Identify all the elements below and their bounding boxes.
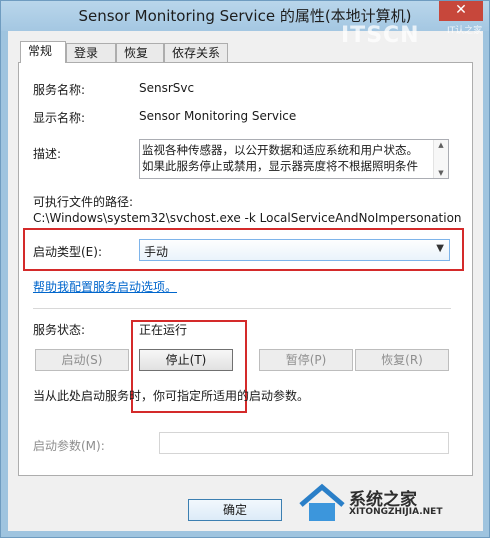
display-name-label: 显示名称: [33,111,86,125]
scroll-down-icon[interactable]: ▼ [434,169,448,177]
house-logo-icon [299,483,345,521]
top-watermark-subtext: IT认之家 [447,26,483,36]
section-divider [33,308,451,309]
tab-logon[interactable]: 登录 [66,43,116,62]
exe-path-label: 可执行文件的路径: [33,195,134,209]
pause-button[interactable]: 暂停(P) [259,349,353,371]
top-watermark-text: ITSCN [341,23,420,48]
start-params-hint: 当从此处启动服务时，你可指定所适用的启动参数。 [33,389,310,403]
description-text: 监视各种传感器，以公开数据和适应系统和用户状态。 如果此服务停止或禁用，显示器亮… [142,143,418,173]
start-button[interactable]: 启动(S) [35,349,129,371]
display-name-value: Sensor Monitoring Service [139,109,297,123]
resume-button[interactable]: 恢复(R) [355,349,449,371]
description-scrollbar[interactable]: ▲ ▼ [433,140,448,178]
exe-path-value: C:\Windows\system32\svchost.exe -k Local… [33,211,462,225]
description-box[interactable]: 监视各种传感器，以公开数据和适应系统和用户状态。 如果此服务停止或禁用，显示器亮… [139,139,449,179]
ok-button[interactable]: 确定 [188,499,282,521]
startup-type-highlight [23,228,464,271]
close-icon[interactable]: ✕ [439,1,483,21]
description-label: 描述: [33,147,62,161]
tab-general[interactable]: 常规 [20,41,66,63]
general-tab-panel: 服务名称: SensrSvc 显示名称: Sensor Monitoring S… [18,62,473,476]
dialog-client-area: 常规 登录 恢复 依存关系 服务名称: SensrSvc 显示名称: Senso… [8,31,483,531]
properties-window: Sensor Monitoring Service 的属性(本地计算机) ✕ 常… [0,0,490,538]
tab-recovery[interactable]: 恢复 [116,43,164,62]
service-status-label: 服务状态: [33,323,86,337]
service-name-value: SensrSvc [139,81,195,95]
tab-dependencies[interactable]: 依存关系 [164,43,228,62]
start-params-input[interactable] [159,432,449,454]
scroll-up-icon[interactable]: ▲ [434,141,448,149]
bottom-watermark-en: XITONGZHIJIA.NET [349,507,443,517]
help-startup-link[interactable]: 帮助我配置服务启动选项。 [33,278,177,295]
service-name-label: 服务名称: [33,83,86,97]
start-params-label: 启动参数(M): [33,439,105,453]
bottom-watermark-logo: 系统之家 XITONGZHIJIA.NET [297,481,487,527]
